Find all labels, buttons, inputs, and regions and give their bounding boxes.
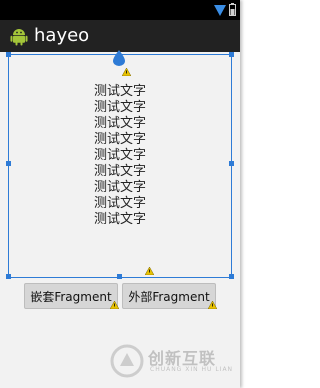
text-line: 测试文字 <box>93 132 146 147</box>
warning-icon <box>208 301 217 309</box>
battery-icon <box>229 3 236 16</box>
text-line: 测试文字 <box>93 84 146 99</box>
text-line: 测试文字 <box>93 100 146 115</box>
nested-fragment-button[interactable]: 嵌套Fragment <box>24 283 118 309</box>
warning-icon <box>110 301 119 309</box>
watermark: 创新互联 CHUANG XIN HU LIAN <box>110 342 246 382</box>
text-line: 测试文字 <box>93 116 146 131</box>
text-line: 测试文字 <box>93 164 146 179</box>
resize-handle-bottom-right[interactable] <box>229 274 234 279</box>
android-logo-icon <box>10 29 28 46</box>
device-screen: hayeo 测试文字 测试文字 测试文字 测试文字 测试文字 测试文字 测试文字… <box>0 0 240 388</box>
warning-icon <box>122 68 131 76</box>
watermark-logo-icon <box>110 344 144 378</box>
fragment-text-list: 测试文字 测试文字 测试文字 测试文字 测试文字 测试文字 测试文字 测试文字 … <box>0 84 240 228</box>
text-line: 测试文字 <box>93 148 146 163</box>
resize-handle-bottom-left[interactable] <box>6 274 11 279</box>
text-line: 测试文字 <box>93 180 146 195</box>
app-title: hayeo <box>34 25 90 46</box>
text-line: 测试文字 <box>93 212 146 227</box>
status-bar <box>0 0 240 20</box>
warning-icon <box>145 267 154 275</box>
anchor-handle-icon[interactable] <box>113 50 125 66</box>
resize-handle-top-left[interactable] <box>6 52 11 57</box>
resize-handle-top-right[interactable] <box>229 52 234 57</box>
text-line: 测试文字 <box>93 196 146 211</box>
action-bar: hayeo <box>0 20 240 52</box>
resize-handle-bottom[interactable] <box>117 274 122 279</box>
external-fragment-button[interactable]: 外部Fragment <box>122 283 216 309</box>
watermark-subtext: CHUANG XIN HU LIAN <box>150 366 234 373</box>
wifi-icon <box>214 5 226 16</box>
